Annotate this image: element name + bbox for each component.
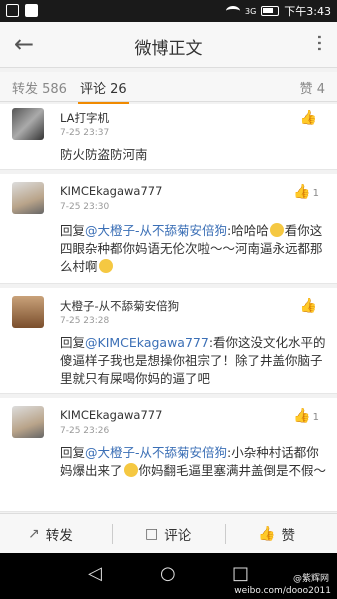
comment-item[interactable]: KIMCEkagawa777 7-25 23:30 👍 1 回复@大橙子-从不舔菊… <box>0 174 337 284</box>
screenshot-icon <box>6 4 19 17</box>
emoji-icon <box>98 259 113 273</box>
comment-text: 防火防盗防河南 <box>60 147 148 162</box>
comment-item[interactable]: KIMCEkagawa777 7-25 23:26 👍 1 回复@大橙子-从不舔菊… <box>0 398 337 512</box>
thumb-up-icon: 👍 <box>258 526 276 542</box>
comment-text: 回复@KIMCEkagawa777:看你这没文化水平的傻逼样子我也是想操你祖宗了… <box>60 335 326 386</box>
clock: 下午3:43 <box>284 5 331 18</box>
home-circle-icon[interactable]: ○ <box>160 563 176 584</box>
like-thumb-icon[interactable]: 👍 1 <box>293 408 319 424</box>
comment-time: 7-25 23:26 <box>60 426 110 436</box>
repost-icon: ↗ <box>28 526 40 542</box>
comment-text: 回复@大橙子-从不舔菊安倍狗:哈哈哈 看你这四眼杂种都你妈语无伦次啦～～河南逼永远… <box>60 223 323 274</box>
comment-item[interactable]: 大橙子-从不舔菊安倍狗 7-25 23:28 👍 回复@KIMCEkagawa7… <box>0 288 337 394</box>
image-icon <box>25 4 38 17</box>
comment-icon: □ <box>145 526 159 542</box>
repost-button[interactable]: ↗ 转发 <box>28 524 73 544</box>
avatar[interactable] <box>12 182 44 214</box>
more-dots-icon[interactable]: ··· <box>306 34 331 52</box>
signal-label: 3G <box>245 6 257 16</box>
comment-time: 7-25 23:28 <box>60 316 110 326</box>
mention-link[interactable]: @大橙子-从不舔菊安倍狗 <box>85 223 227 238</box>
recent-square-icon[interactable]: □ <box>232 563 249 584</box>
comment-author[interactable]: KIMCEkagawa777 <box>60 184 162 198</box>
comment-list: LA打字机 7-25 23:37 👍 防火防盗防河南 KIMCEkagawa77… <box>0 104 337 512</box>
divider <box>112 524 113 544</box>
back-triangle-icon[interactable]: ◁ <box>88 563 102 584</box>
comment-text: 回复@大橙子-从不舔菊安倍狗:小杂种村话都你妈爆出来了 你妈翻毛逼里塞满井盖倒是不… <box>60 445 327 478</box>
watermark-url: weibo.com/dooo2011 <box>234 586 331 596</box>
comment-author[interactable]: KIMCEkagawa777 <box>60 408 162 422</box>
action-bar: ↗ 转发 □ 评论 👍 赞 <box>0 513 337 553</box>
comment-time: 7-25 23:30 <box>60 202 110 212</box>
battery-icon <box>261 6 280 16</box>
tab-repost[interactable]: 转发 586 <box>12 78 67 97</box>
avatar[interactable] <box>12 296 44 328</box>
like-thumb-icon[interactable]: 👍 <box>300 298 319 314</box>
system-nav-bar: ◁ ○ □ @紫辉网 weibo.com/dooo2011 <box>0 553 337 599</box>
avatar[interactable] <box>12 108 44 140</box>
emoji-icon <box>269 223 284 237</box>
like-thumb-icon[interactable]: 👍 1 <box>293 184 319 200</box>
comment-button[interactable]: □ 评论 <box>145 524 191 544</box>
watermark-handle: @紫辉网 <box>292 574 329 584</box>
comment-time: 7-25 23:37 <box>60 128 110 138</box>
mention-link[interactable]: @KIMCEkagawa777 <box>85 335 209 350</box>
like-label: 赞 <box>281 528 295 544</box>
repost-label: 转发 <box>45 528 73 544</box>
tab-likes[interactable]: 赞 4 <box>300 78 325 97</box>
wifi-icon <box>226 6 240 16</box>
status-bar: 3G 下午3:43 <box>0 0 337 22</box>
like-thumb-icon[interactable]: 👍 <box>300 110 319 126</box>
emoji-icon <box>123 463 138 477</box>
like-button[interactable]: 👍 赞 <box>258 524 295 544</box>
avatar[interactable] <box>12 406 44 438</box>
tab-comments[interactable]: 评论 26 <box>78 78 129 104</box>
comment-author[interactable]: 大橙子-从不舔菊安倍狗 <box>60 298 179 314</box>
comment-label: 评论 <box>164 528 192 544</box>
tab-bar: 转发 586 评论 26 赞 4 <box>0 72 337 104</box>
mention-link[interactable]: @大橙子-从不舔菊安倍狗 <box>85 445 227 460</box>
comment-author[interactable]: LA打字机 <box>60 110 109 126</box>
divider <box>225 524 226 544</box>
page-title: 微博正文 <box>134 39 203 59</box>
comment-item[interactable]: LA打字机 7-25 23:37 👍 防火防盗防河南 <box>0 104 337 170</box>
nav-bar: ← 微博正文 ··· <box>0 22 337 68</box>
